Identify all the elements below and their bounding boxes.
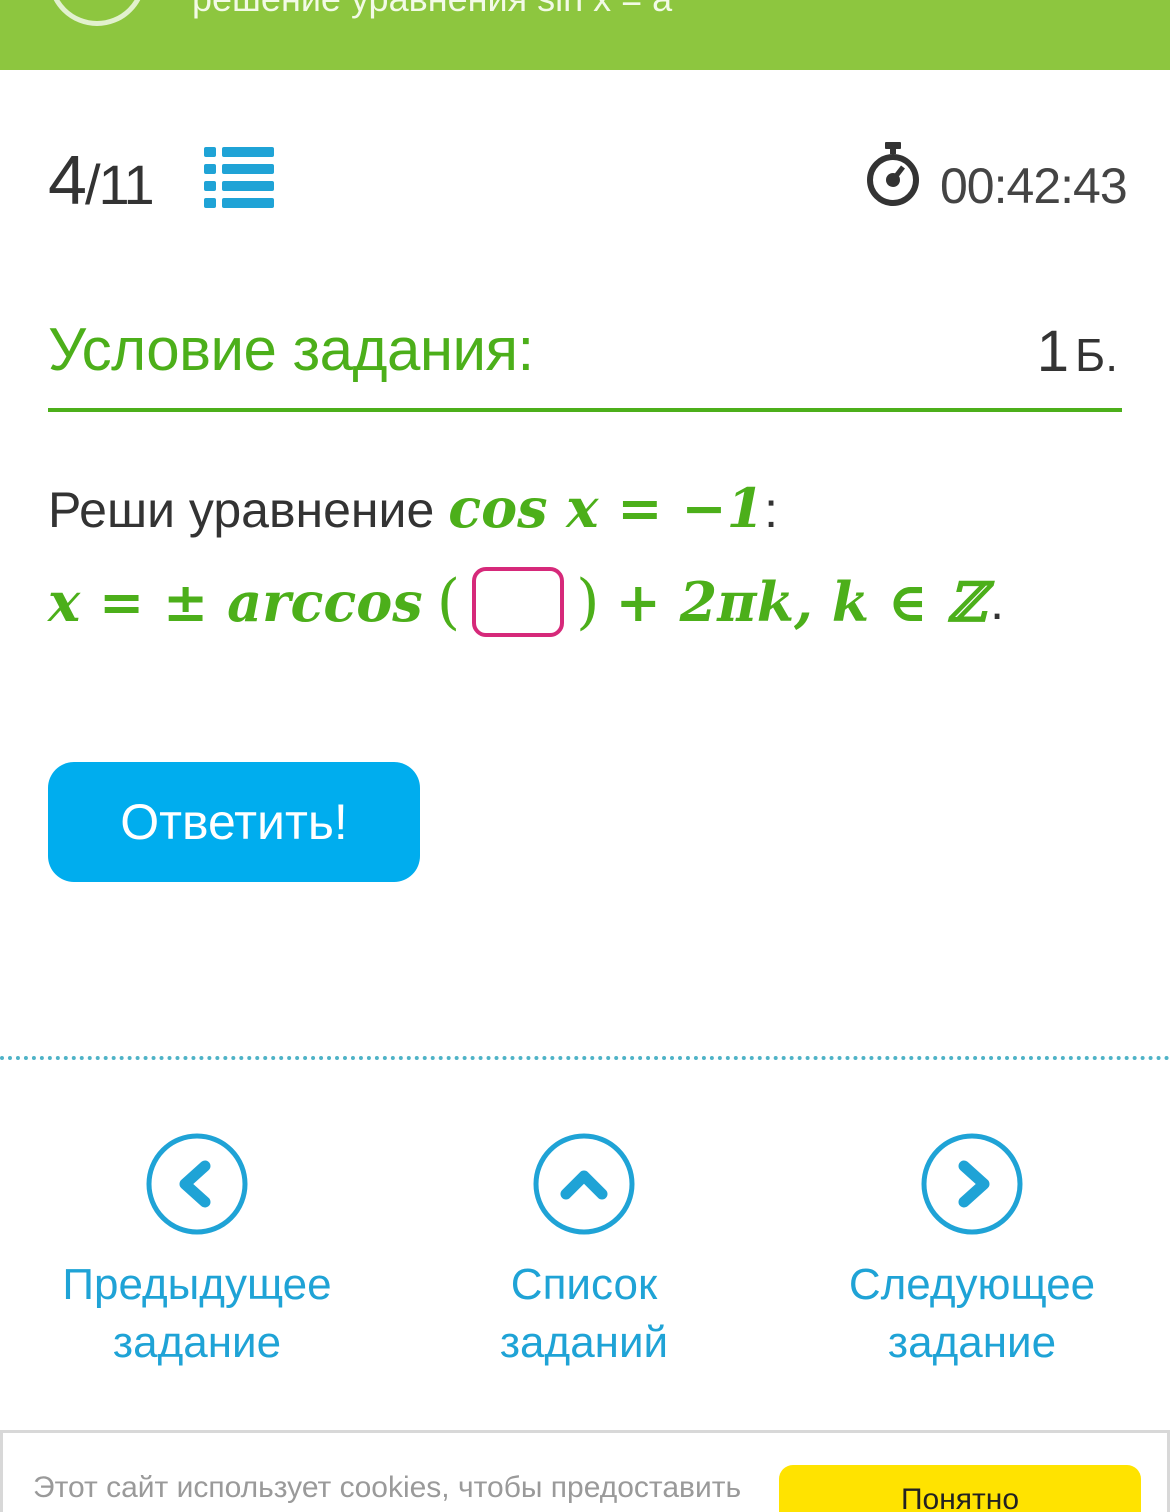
answer-input[interactable] — [472, 567, 565, 637]
submit-answer-button[interactable]: Ответить! — [48, 762, 420, 882]
task-points: 1 Б. — [1037, 318, 1118, 385]
prev-task-label: Предыдущее задание — [47, 1256, 347, 1372]
task-statement: Реши уравнение cos x = −1: — [48, 476, 778, 540]
chevron-right-icon — [921, 1133, 1023, 1235]
points-unit: Б. — [1075, 329, 1118, 381]
points-value: 1 — [1036, 319, 1070, 384]
progress-separator: / — [84, 153, 101, 216]
next-task-label-line2: задание — [887, 1318, 1057, 1367]
chevron-left-icon — [146, 1133, 248, 1235]
task-list-button[interactable]: Список заданий — [434, 1132, 734, 1372]
cookie-text: Этот сайт использует cookies, чтобы пред… — [33, 1471, 742, 1504]
topic-title: решение уравнения sin x = a — [192, 0, 672, 20]
cookie-accept-button[interactable]: Понятно — [779, 1465, 1141, 1512]
next-task-label: Следующее задание — [822, 1256, 1122, 1372]
next-task-button[interactable]: Следующее задание — [822, 1132, 1122, 1372]
current-task-number: 4 — [48, 141, 87, 219]
task-list-label-line1: Список — [510, 1260, 658, 1309]
next-task-label-line1: Следующее — [848, 1260, 1096, 1309]
total-tasks: 11 — [98, 153, 155, 216]
task-colon: : — [764, 482, 779, 538]
task-equation: cos x = −1 — [448, 476, 765, 540]
topic-circle-icon[interactable] — [48, 0, 146, 26]
solution-suffix: + 2πk, k ∈ ℤ — [615, 570, 987, 634]
condition-title: Условие задания: — [48, 316, 534, 383]
solution-period: . — [990, 574, 1005, 630]
timer-value: 00:42:43 — [940, 158, 1128, 214]
solution-prefix: x = ± arccos — [48, 570, 423, 634]
close-paren: ) — [576, 567, 600, 637]
chevron-up-icon — [533, 1133, 635, 1235]
open-paren: ( — [436, 567, 461, 637]
cookie-banner: Этот сайт использует cookies, чтобы пред… — [0, 1430, 1170, 1512]
task-list-label-line2: заданий — [499, 1318, 669, 1367]
prev-task-button[interactable]: Предыдущее задание — [47, 1132, 347, 1372]
task-list-icon[interactable] — [204, 147, 274, 209]
condition-divider — [48, 408, 1122, 412]
top-bar: решение уравнения sin x = a — [0, 0, 1170, 70]
prev-task-label-line2: задание — [112, 1318, 282, 1367]
stopwatch-icon — [867, 142, 919, 206]
section-divider — [0, 1056, 1170, 1060]
prev-task-label-line1: Предыдущее — [62, 1260, 332, 1309]
task-list-label: Список заданий — [434, 1256, 734, 1372]
task-prompt: Реши уравнение — [48, 482, 435, 538]
solution-formula: x = ± arccos ( ) + 2πk, k ∈ ℤ. — [48, 562, 1004, 642]
task-progress: 4/11 — [48, 140, 155, 220]
